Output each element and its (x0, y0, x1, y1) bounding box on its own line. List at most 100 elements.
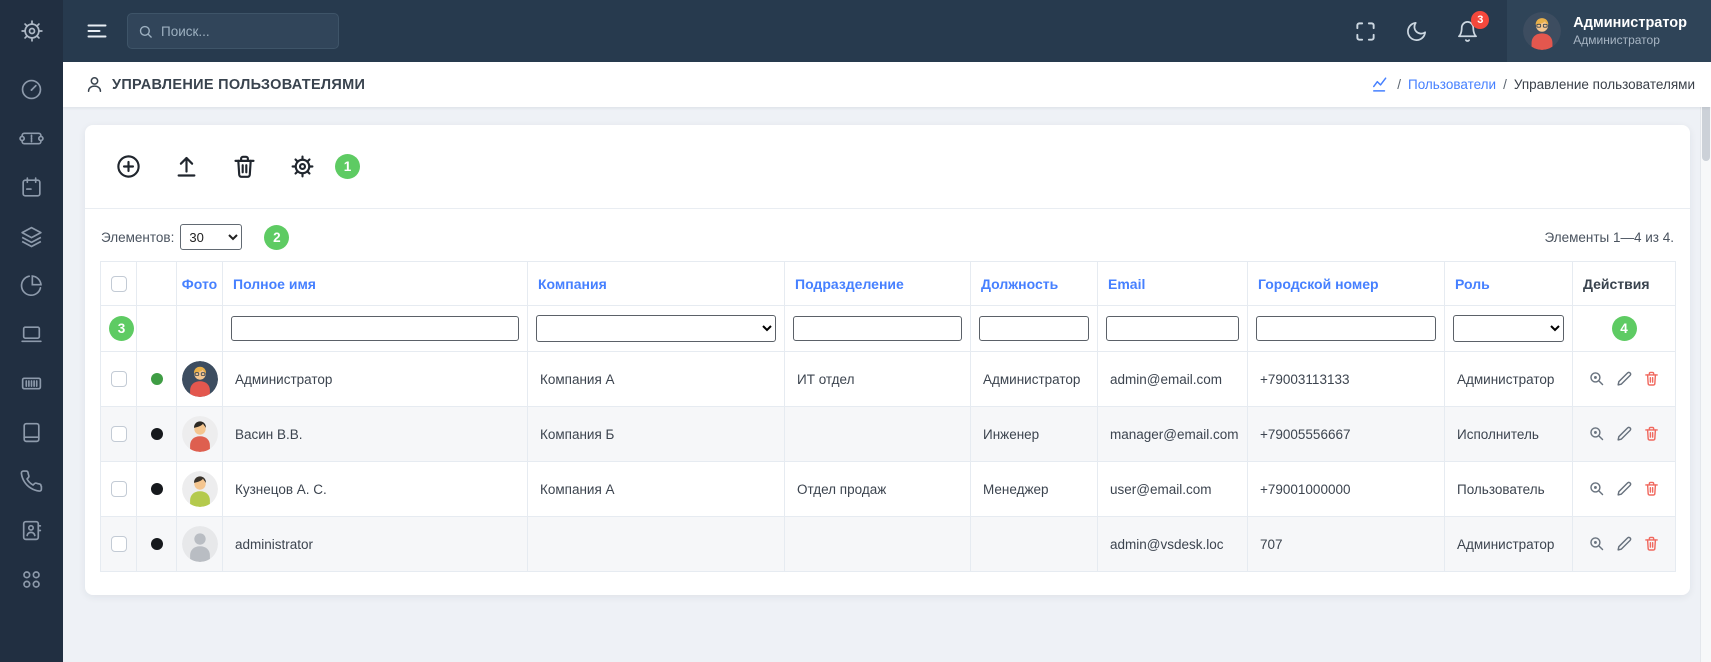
status-dot (150, 372, 163, 385)
cell-phone: +79005556667 (1247, 406, 1445, 462)
table-row: Кузнецов А. С. Компания А Отдел продаж М… (100, 461, 1676, 517)
row-checkbox[interactable] (110, 425, 127, 442)
edit-user-button[interactable] (1616, 425, 1633, 442)
content-area: 1 Элементов: 30 2 Элементы 1—4 из 4. Фот… (63, 107, 1711, 662)
delete-selected-button[interactable] (231, 153, 258, 180)
cell-phone: 707 (1247, 516, 1445, 572)
column-header-department[interactable]: Подразделение (784, 261, 971, 306)
search-input[interactable] (161, 23, 328, 39)
column-header-full-name[interactable]: Полное имя (222, 261, 528, 306)
edit-user-button[interactable] (1616, 370, 1633, 387)
column-header-actions: Действия (1572, 261, 1676, 306)
cell-company: Компания Б (527, 406, 785, 462)
view-user-button[interactable] (1588, 425, 1605, 442)
filter-email-input[interactable] (1106, 316, 1239, 341)
sidebar-item-knowledge-base[interactable] (19, 419, 45, 445)
breadcrumb-separator: / (1397, 77, 1401, 92)
filter-phone-input[interactable] (1256, 316, 1436, 341)
row-checkbox[interactable] (110, 480, 127, 497)
sidebar-item-calendar[interactable] (19, 174, 45, 200)
breadcrumb-link-users[interactable]: Пользователи (1408, 77, 1496, 92)
view-user-button[interactable] (1588, 480, 1605, 497)
app-window: 3 Админист (0, 0, 1711, 662)
cell-full-name: administrator (222, 516, 528, 572)
items-per-page-select[interactable]: 30 (180, 224, 243, 250)
filter-role-select[interactable] (1453, 315, 1564, 342)
delete-user-button[interactable] (1643, 425, 1660, 442)
sidebar-item-dashboard[interactable] (19, 76, 45, 102)
filter-department-input[interactable] (793, 316, 962, 341)
column-header-position[interactable]: Должность (970, 261, 1098, 306)
cell-email: user@email.com (1097, 461, 1248, 517)
column-header-company[interactable]: Компания (527, 261, 785, 306)
items-range-text: Элементы 1—4 из 4. (1544, 229, 1674, 245)
cell-full-name: Васин В.В. (222, 406, 528, 462)
cell-email: admin@vsdesk.loc (1097, 516, 1248, 572)
vertical-scrollbar[interactable] (1700, 62, 1711, 662)
column-header-photo[interactable]: Фото (176, 261, 223, 306)
delete-user-button[interactable] (1643, 370, 1660, 387)
add-user-button[interactable] (115, 153, 142, 180)
user-menu[interactable]: Администратор Администратор (1507, 0, 1711, 62)
status-dot (150, 482, 163, 495)
hint-badge-3: 3 (109, 316, 134, 341)
cell-department: Отдел продаж (784, 461, 971, 517)
column-header-role[interactable]: Роль (1444, 261, 1573, 306)
user-photo (181, 361, 218, 397)
home-chart-icon[interactable] (1371, 75, 1390, 94)
filter-company-select[interactable] (536, 315, 776, 342)
cell-position (970, 516, 1098, 572)
edit-user-button[interactable] (1616, 480, 1633, 497)
cell-department (784, 406, 971, 462)
settings-icon[interactable] (19, 18, 45, 44)
fullscreen-icon[interactable] (1354, 20, 1377, 43)
import-upload-button[interactable] (173, 153, 200, 180)
sidebar (0, 0, 63, 662)
global-search[interactable] (127, 13, 339, 49)
sidebar-item-telephony[interactable] (19, 468, 45, 494)
view-user-button[interactable] (1588, 370, 1605, 387)
hint-badge-1: 1 (335, 154, 360, 179)
sidebar-item-apps[interactable] (19, 566, 45, 592)
dark-mode-icon[interactable] (1405, 20, 1428, 43)
filter-full-name-input[interactable] (231, 316, 519, 341)
menu-toggle-icon[interactable] (85, 19, 109, 43)
delete-user-button[interactable] (1643, 535, 1660, 552)
row-checkbox[interactable] (110, 535, 127, 552)
notification-badge: 3 (1471, 10, 1490, 29)
notifications-bell-icon[interactable]: 3 (1456, 10, 1490, 43)
sidebar-item-layers[interactable] (19, 223, 45, 249)
user-avatar (1523, 12, 1562, 50)
sidebar-item-barcode[interactable] (19, 370, 45, 396)
cell-phone: +79003113133 (1247, 351, 1445, 407)
delete-user-button[interactable] (1643, 480, 1660, 497)
users-card: 1 Элементов: 30 2 Элементы 1—4 из 4. Фот… (85, 125, 1690, 595)
cell-role: Администратор (1444, 516, 1573, 572)
filter-position-input[interactable] (979, 316, 1089, 341)
breadcrumb-current: Управление пользователями (1513, 77, 1695, 92)
table-row: Администратор Компания А ИТ отдел Админи… (100, 351, 1676, 407)
sidebar-item-monitoring[interactable] (19, 321, 45, 347)
column-header-email[interactable]: Email (1097, 261, 1248, 306)
breadcrumb: / Пользователи / Управление пользователя… (1371, 75, 1695, 94)
sidebar-nav (19, 76, 45, 592)
sidebar-item-tickets[interactable] (19, 125, 45, 151)
select-all-checkbox[interactable] (110, 276, 127, 293)
sidebar-item-contacts[interactable] (19, 517, 45, 543)
user-photo (181, 526, 218, 562)
cell-role: Администратор (1444, 351, 1573, 407)
status-dot (150, 537, 163, 550)
view-user-button[interactable] (1588, 535, 1605, 552)
table-settings-button[interactable] (289, 153, 316, 180)
table-row: Васин В.В. Компания Б Инженер manager@em… (100, 406, 1676, 462)
sidebar-item-reports[interactable] (19, 272, 45, 298)
table-row: administrator admin@vsdesk.loc 707 Админ… (100, 516, 1676, 572)
cell-department: ИТ отдел (784, 351, 971, 407)
edit-user-button[interactable] (1616, 535, 1633, 552)
cell-department (784, 516, 971, 572)
column-header-phone[interactable]: Городской номер (1247, 261, 1445, 306)
search-icon (139, 25, 152, 38)
hint-badge-4: 4 (1611, 316, 1637, 341)
row-checkbox[interactable] (110, 370, 127, 387)
user-photo (181, 416, 218, 452)
